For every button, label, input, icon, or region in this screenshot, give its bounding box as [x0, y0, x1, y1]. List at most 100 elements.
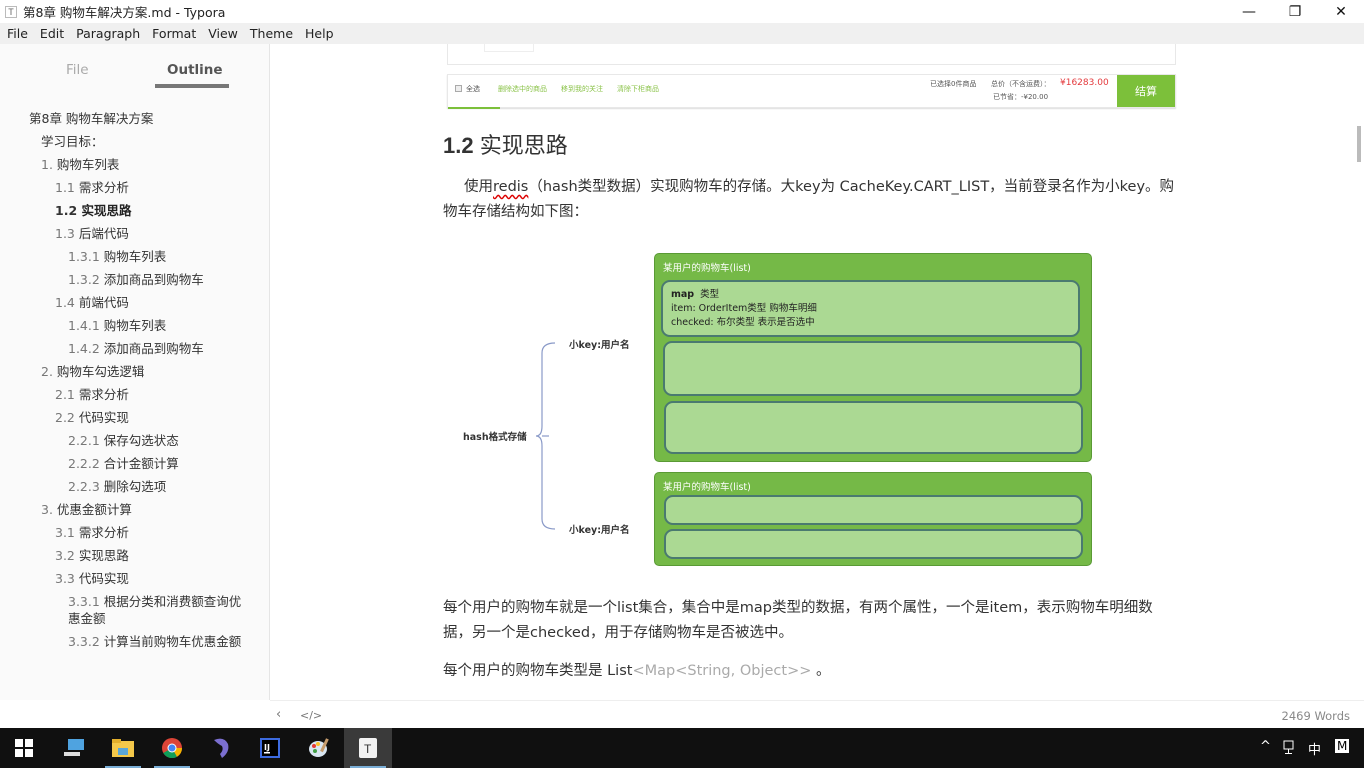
outline-item[interactable]: 1.4 前端代码 — [55, 294, 129, 311]
outline-item[interactable]: 2.2.2 合计金额计算 — [68, 455, 179, 472]
taskbar: IJ T ^ 中 M — [0, 728, 1364, 768]
editor-content[interactable]: 全选 删除选中的商品 移到我的关注 清除下柜商品 已选择0件商品 总价（不含运费… — [271, 44, 1354, 700]
outline-item-number: 3.3.1 — [68, 594, 100, 609]
ime-mode-indicator[interactable]: M — [1335, 739, 1350, 753]
outline-item-text: 学习目标： — [41, 134, 104, 149]
outline-item[interactable]: 1.1 需求分析 — [55, 179, 129, 196]
outline-item-text: 保存勾选状态 — [103, 433, 179, 448]
list-label-1: 某用户的购物车(list) — [663, 263, 751, 274]
menu-file[interactable]: File — [2, 26, 33, 41]
outline-item[interactable]: 2.2 代码实现 — [55, 409, 129, 426]
outline-item-number: 2. — [41, 364, 53, 379]
outline-item[interactable]: 3.1 需求分析 — [55, 524, 129, 541]
outline-item-text: 后端代码 — [78, 226, 129, 241]
outline-item[interactable]: 1.3.1 购物车列表 — [68, 248, 166, 265]
menu-edit[interactable]: Edit — [35, 26, 69, 41]
heading-number: 1.2 — [443, 133, 474, 158]
outline-item-text: 购物车列表 — [103, 249, 167, 264]
outline-item-text: 实现思路 — [81, 203, 132, 218]
menu-help[interactable]: Help — [300, 26, 339, 41]
map-box-1: map 类型 item: OrderItem类型 购物车明细 checked: … — [661, 280, 1080, 337]
outline-item[interactable]: 1.4.1 购物车列表 — [68, 317, 166, 334]
outline-item[interactable]: 2.2.3 删除勾选项 — [68, 478, 166, 495]
map-item-line: item: OrderItem类型 购物车明细 — [671, 303, 817, 314]
outline-item[interactable]: 3.3 代码实现 — [55, 570, 129, 587]
outline-item[interactable]: 2.1 需求分析 — [55, 386, 129, 403]
menu-theme[interactable]: Theme — [245, 26, 298, 41]
taskbar-intellij-idea[interactable]: IJ — [246, 728, 294, 768]
minimize-button[interactable]: — — [1226, 0, 1272, 23]
outline-item[interactable]: 3.3.1 根据分类和消费额查询优 惠金额 — [68, 593, 241, 627]
restore-button[interactable]: ❐ — [1272, 0, 1318, 23]
paragraph-explanation: 每个用户的购物车就是一个list集合，集合中是map类型的数据，有两个属性，一个… — [443, 600, 1153, 641]
outline-item-text: 计算当前购物车优惠金额 — [103, 634, 242, 649]
taskbar-dolphin-app[interactable] — [197, 728, 245, 768]
show-hidden-icons-chevron[interactable]: ^ — [1260, 739, 1271, 754]
outline-item[interactable]: 3. 优惠金额计算 — [41, 501, 132, 518]
map-box-5 — [664, 529, 1083, 559]
checkout-button-image: 结算 — [1117, 75, 1175, 107]
vertical-scrollbar[interactable] — [1354, 44, 1364, 700]
outline-item[interactable]: 1.3.2 添加商品到购物车 — [68, 271, 204, 288]
map-box-2 — [663, 341, 1082, 396]
word-count[interactable]: 2469 Words — [1282, 709, 1350, 723]
outline-item-number: 1.2 — [55, 203, 78, 218]
outline-item[interactable]: 第8章 购物车解决方案 — [29, 110, 153, 127]
outline-item[interactable]: 2. 购物车勾选逻辑 — [41, 363, 144, 380]
taskbar-paint[interactable] — [295, 728, 343, 768]
taskbar-this-pc[interactable] — [50, 728, 98, 768]
windows-start-button[interactable] — [0, 728, 48, 768]
outline-item[interactable]: 1.2 实现思路 — [55, 202, 132, 219]
toggle-sidebar-icon[interactable]: ‹ — [276, 707, 281, 722]
outline-item-number: 2.2.2 — [68, 456, 100, 471]
typora-app-icon: T — [5, 5, 17, 18]
scrollbar-thumb[interactable] — [1357, 126, 1361, 162]
storage-diagram: hash格式存储 小key:用户名 小key:用户名 某用户的购物车(list)… — [451, 249, 1101, 569]
dolphin-icon — [214, 738, 229, 758]
section-heading: 1.2 实现思路 — [443, 128, 568, 160]
outline-item-number: 1.3.1 — [68, 249, 100, 264]
outline-item-text: 前端代码 — [78, 295, 129, 310]
outline-item-number: 1. — [41, 157, 53, 172]
outline-item-number: 1.3 — [55, 226, 75, 241]
ime-language-indicator[interactable]: 中 — [1308, 739, 1321, 758]
menu-view[interactable]: View — [203, 26, 243, 41]
outline-item-number: 3.1 — [55, 525, 75, 540]
source-code-mode-icon[interactable]: </> — [300, 709, 322, 722]
network-icon[interactable] — [1283, 740, 1297, 756]
typora-icon: T — [359, 738, 377, 758]
outline-item[interactable]: 3.3.2 计算当前购物车优惠金额 — [68, 633, 241, 650]
hash-storage-label: hash格式存储 — [463, 432, 527, 443]
tab-file[interactable]: File — [66, 62, 89, 78]
menu-format[interactable]: Format — [147, 26, 201, 41]
outline-item-text: 优惠金额计算 — [56, 502, 132, 517]
intellij-icon: IJ — [260, 738, 280, 758]
outline-item-number: 1.4 — [55, 295, 75, 310]
outline-item[interactable]: 3.2 实现思路 — [55, 547, 129, 564]
taskbar-file-explorer[interactable] — [99, 728, 147, 768]
outline-item-text-continued: 惠金额 — [68, 611, 106, 626]
menu-paragraph[interactable]: Paragraph — [71, 26, 145, 41]
map-box-4 — [664, 495, 1083, 525]
outline-item-number: 3. — [41, 502, 53, 517]
close-button[interactable]: ✕ — [1318, 0, 1364, 23]
outline-item-number: 1.3.2 — [68, 272, 100, 287]
minimize-icon: — — [1242, 3, 1256, 20]
list-label-2: 某用户的购物车(list) — [663, 482, 751, 493]
taskbar-typora[interactable]: T — [344, 728, 392, 768]
map-checked-line: checked: 布尔类型 表示是否选中 — [671, 317, 815, 328]
outline-item-text: 代码实现 — [78, 571, 129, 586]
outline-item[interactable]: 1. 购物车列表 — [41, 156, 119, 173]
outline-item[interactable]: 1.4.2 添加商品到购物车 — [68, 340, 204, 357]
sidebar: File Outline 第8章 购物车解决方案 学习目标： 1. 购物车列表 1.1… — [0, 44, 270, 700]
tab-outline[interactable]: Outline — [167, 62, 223, 78]
taskbar-chrome[interactable] — [148, 728, 196, 768]
status-bar: ‹ </> 2469 Words — [270, 700, 1364, 728]
outline-item[interactable]: 1.3 后端代码 — [55, 225, 129, 242]
outline-item[interactable]: 学习目标： — [41, 133, 104, 150]
select-all-label: 全选 — [466, 85, 480, 93]
user-cart-list-box-2: 某用户的购物车(list) — [654, 472, 1092, 566]
outline-item[interactable]: 2.2.1 保存勾选状态 — [68, 432, 179, 449]
map-title: map — [671, 289, 695, 300]
outline-item-number: 3.2 — [55, 548, 75, 563]
